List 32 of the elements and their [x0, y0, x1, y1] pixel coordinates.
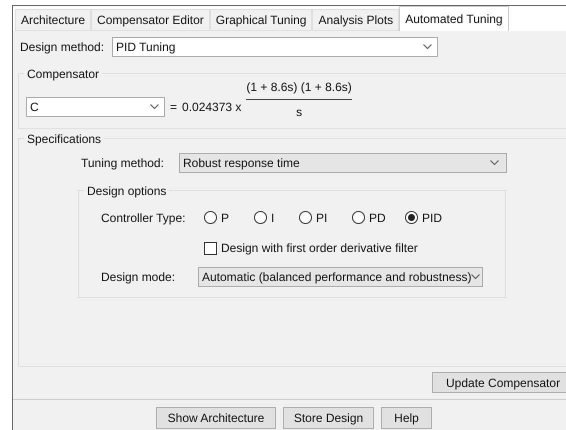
- radio-option[interactable]: PID: [405, 208, 442, 226]
- tab[interactable]: Architecture: [15, 9, 92, 31]
- radio-option[interactable]: P: [204, 208, 254, 226]
- tab[interactable]: Automated Tuning: [399, 6, 509, 31]
- gain-text: 0.024373 x: [182, 98, 242, 116]
- equals-sign: =: [170, 98, 178, 116]
- denominator-text: s: [296, 104, 302, 121]
- radio-option[interactable]: PI: [299, 208, 352, 226]
- tab[interactable]: Graphical Tuning: [210, 9, 312, 31]
- radio-option[interactable]: PD: [352, 208, 405, 226]
- dialog-button[interactable]: Store Design: [283, 407, 374, 429]
- design-method-dropdown[interactable]: PID Tuning: [112, 37, 438, 57]
- caret-icon: [471, 274, 480, 280]
- checkbox[interactable]: [204, 242, 217, 254]
- design-mode-dropdown[interactable]: Automatic (balanced performance and robustness): [198, 267, 483, 287]
- field-label: Design mode:: [101, 269, 176, 286]
- dialog-button[interactable]: Help: [381, 407, 432, 429]
- caret-icon: [150, 104, 159, 110]
- tab[interactable]: Analysis Plots: [312, 9, 400, 31]
- numerator-text: (1 + 8.6s) (1 + 8.6s): [246, 79, 352, 96]
- tab[interactable]: Compensator Editor: [91, 9, 210, 31]
- tuning-method-dropdown[interactable]: Robust response time: [179, 153, 507, 173]
- field-label: Design method:: [20, 39, 104, 56]
- caret-icon: [490, 160, 499, 166]
- caret-icon: [423, 44, 432, 50]
- update-compensator-button[interactable]: Update Compensator: [432, 372, 566, 393]
- radio-option[interactable]: I: [254, 208, 299, 226]
- compensator-dropdown[interactable]: C: [26, 96, 165, 116]
- field-label: Tuning method:: [81, 155, 165, 172]
- checkbox-label: Design with first order derivative filter: [221, 240, 418, 257]
- dialog-button[interactable]: Show Architecture: [156, 407, 276, 429]
- field-label: Controller Type:: [101, 210, 186, 226]
